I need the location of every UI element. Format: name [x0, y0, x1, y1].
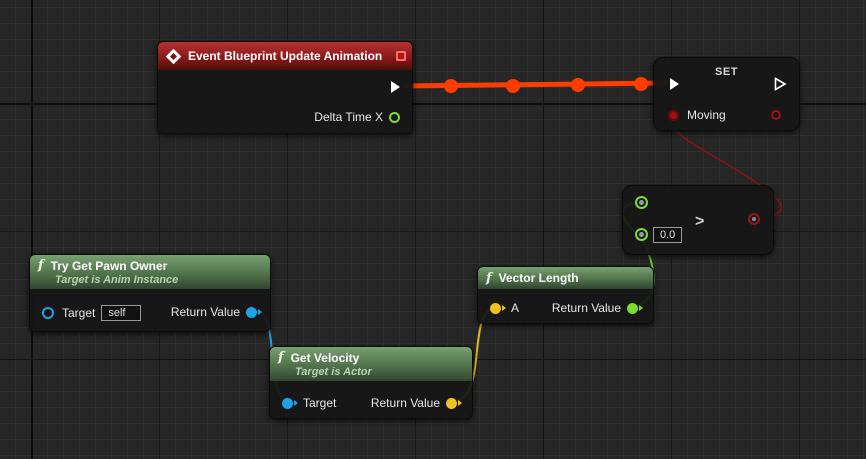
- pawn-target-label: Target: [62, 306, 96, 320]
- event-update-animation-node[interactable]: Event Blueprint Update Animation Delta T…: [157, 41, 413, 134]
- grid-line-vertical: [543, 0, 544, 459]
- function-f-icon: f: [486, 270, 492, 286]
- delta-time-label: Delta Time X: [314, 110, 383, 124]
- float-in-b-pin-icon[interactable]: [635, 228, 648, 241]
- delta-time-pin[interactable]: Delta Time X: [314, 110, 400, 124]
- velocity-return-label: Return Value: [370, 396, 440, 410]
- pawn-title-row: f Try Get Pawn Owner: [38, 258, 167, 273]
- bool-pin-icon[interactable]: [668, 109, 679, 121]
- velocity-node-title: Get Velocity: [290, 350, 360, 365]
- object-pin-icon[interactable]: [246, 306, 257, 318]
- pin-arrow-icon: [294, 400, 298, 406]
- moving-label: Moving: [687, 108, 726, 122]
- exec-out-pin-icon[interactable]: [391, 81, 400, 93]
- pin-arrow-icon: [502, 305, 506, 311]
- pawn-return-pin[interactable]: Return Value: [171, 305, 262, 319]
- float-in-a-pin-icon[interactable]: [635, 196, 648, 209]
- velocity-title-row: f Get Velocity: [278, 350, 359, 365]
- float-pin-icon[interactable]: [389, 111, 400, 123]
- vector-pin-icon[interactable]: [446, 397, 457, 409]
- velocity-target-pin[interactable]: Target: [282, 396, 336, 410]
- pawn-node-header: f Try Get Pawn Owner Target is Anim Inst…: [30, 255, 270, 289]
- vector-length-header: f Vector Length: [478, 267, 653, 289]
- object-pin-icon[interactable]: [42, 307, 54, 319]
- compare-value-input[interactable]: 0.0: [653, 227, 683, 243]
- grid-major-vertical: [31, 0, 33, 459]
- vector-length-title: Vector Length: [498, 271, 579, 285]
- get-velocity-node[interactable]: f Get Velocity Target is Actor Target Re…: [269, 346, 473, 419]
- vector-length-a-label: A: [511, 301, 520, 315]
- vector-pin-icon[interactable]: [490, 302, 501, 314]
- event-node-header: Event Blueprint Update Animation: [158, 42, 412, 70]
- pin-arrow-icon: [258, 309, 262, 315]
- velocity-node-subtitle: Target is Actor: [295, 366, 372, 378]
- event-diamond-icon: [165, 48, 182, 64]
- float-pin-icon[interactable]: [627, 302, 638, 314]
- moving-input-pin[interactable]: Moving: [668, 108, 726, 122]
- pawn-node-title: Try Get Pawn Owner: [50, 258, 168, 273]
- object-pin-icon[interactable]: [282, 397, 293, 409]
- pin-arrow-icon: [458, 400, 462, 406]
- function-f-icon: f: [38, 258, 44, 273]
- vector-length-a-pin[interactable]: A: [490, 301, 519, 315]
- function-f-icon: f: [278, 350, 284, 365]
- vector-length-return-pin[interactable]: Return Value: [552, 301, 643, 315]
- try-get-pawn-owner-node[interactable]: f Try Get Pawn Owner Target is Anim Inst…: [29, 254, 271, 332]
- exec-in-pin-icon[interactable]: [670, 78, 679, 90]
- set-moving-node[interactable]: SET Moving: [653, 57, 800, 131]
- float-greater-node[interactable]: 0.0 >: [622, 185, 774, 255]
- pawn-target-self-input[interactable]: self: [101, 305, 142, 321]
- exec-wire: [403, 80, 669, 89]
- velocity-node-header: f Get Velocity Target is Actor: [270, 347, 472, 381]
- pawn-target-pin[interactable]: Target self: [42, 305, 142, 321]
- exec-wire-knot: [444, 79, 458, 93]
- velocity-return-pin[interactable]: Return Value: [371, 396, 462, 410]
- exec-wire-knot: [571, 78, 585, 92]
- bool-out-pin-icon[interactable]: [748, 213, 760, 225]
- pawn-return-label: Return Value: [170, 305, 240, 319]
- pawn-node-subtitle: Target is Anim Instance: [55, 274, 179, 286]
- pin-arrow-icon: [639, 305, 643, 311]
- velocity-target-label: Target: [303, 396, 337, 410]
- exec-wire-knot: [506, 79, 520, 93]
- bool-out-pin-icon[interactable]: [771, 110, 781, 120]
- delegate-pin-icon[interactable]: [396, 51, 406, 61]
- vector-length-return-label: Return Value: [551, 301, 621, 315]
- vector-length-node[interactable]: f Vector Length A Return Value: [477, 266, 654, 324]
- greater-than-operator: >: [695, 213, 705, 230]
- exec-out-pin-icon[interactable]: [774, 77, 787, 91]
- exec-wire-knot: [634, 77, 648, 91]
- event-node-title: Event Blueprint Update Animation: [188, 49, 383, 63]
